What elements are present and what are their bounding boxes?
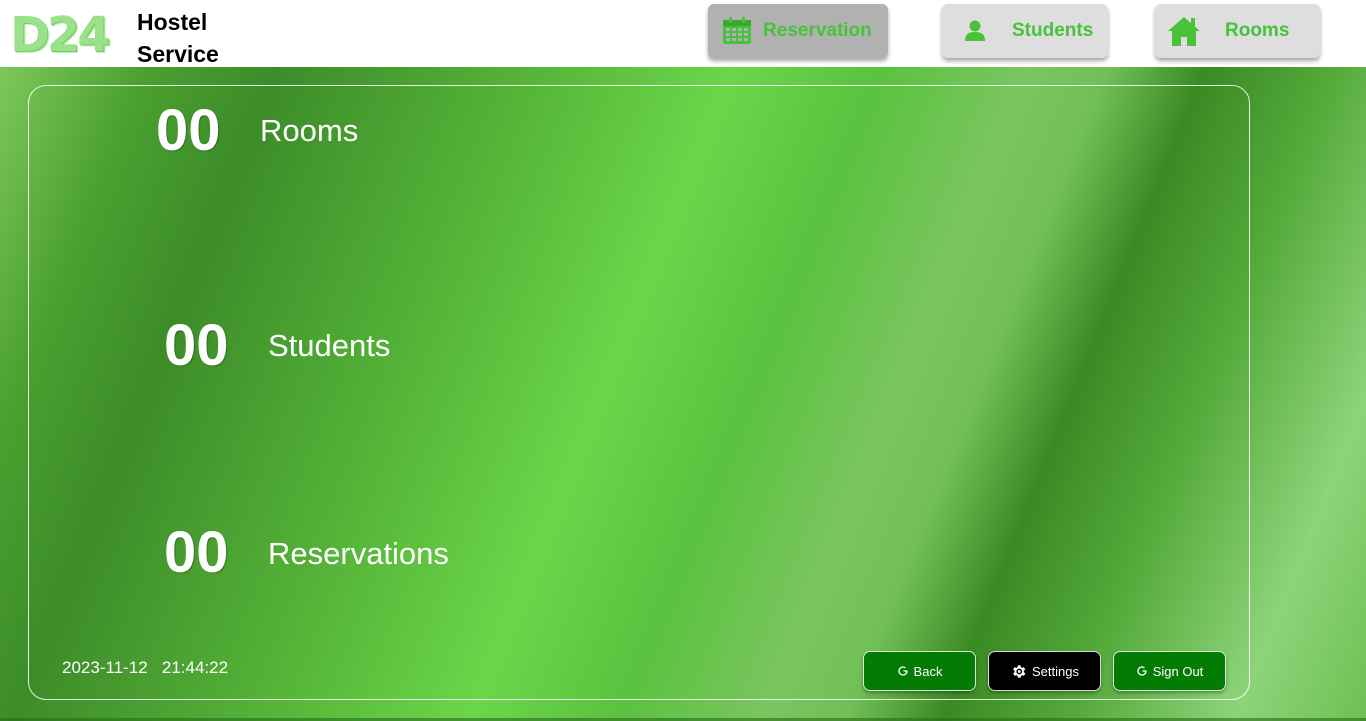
refresh-icon [897,666,908,676]
home-icon [1168,17,1200,46]
current-date: 2023-11-12 [62,658,148,677]
nav-reservation-button[interactable]: Reservation [708,4,888,58]
gear-icon [1013,664,1026,678]
logo-text: Hostel Service [137,6,219,70]
nav-rooms-button[interactable]: Rooms [1155,4,1320,58]
nav-reservation-label: Reservation [763,20,872,41]
current-time: 21:44:22 [161,658,229,677]
reservations-count: 00 [164,520,229,585]
back-label: Back [913,663,943,679]
rooms-label: Rooms [260,113,359,148]
settings-button[interactable]: Settings [988,651,1101,691]
students-count: 00 [164,313,229,378]
nav-students-button[interactable]: Students [942,4,1108,58]
logo-mark: D24 [10,7,111,63]
date-time-display: 2023-11-12 21:44:22 [62,658,228,678]
user-icon [965,20,985,41]
students-label: Students [268,328,391,363]
stats-panel [28,85,1250,700]
refresh-icon [1137,666,1147,676]
logo-line-1: Hostel [137,9,208,35]
calendar-icon [723,17,751,44]
back-button[interactable]: Back [863,651,976,691]
app-logo: D24 Hostel Service [10,6,219,67]
sign-out-label: Sign Out [1152,663,1204,679]
top-header: D24 Hostel Service Reservation Students [0,0,1366,67]
rooms-count: 00 [156,98,221,163]
sign-out-button[interactable]: Sign Out [1113,651,1226,691]
reservations-label: Reservations [268,536,449,571]
nav-students-label: Students [1012,20,1094,41]
nav-rooms-label: Rooms [1225,20,1290,41]
logo-line-2: Service [137,41,219,67]
settings-label: Settings [1032,663,1079,679]
